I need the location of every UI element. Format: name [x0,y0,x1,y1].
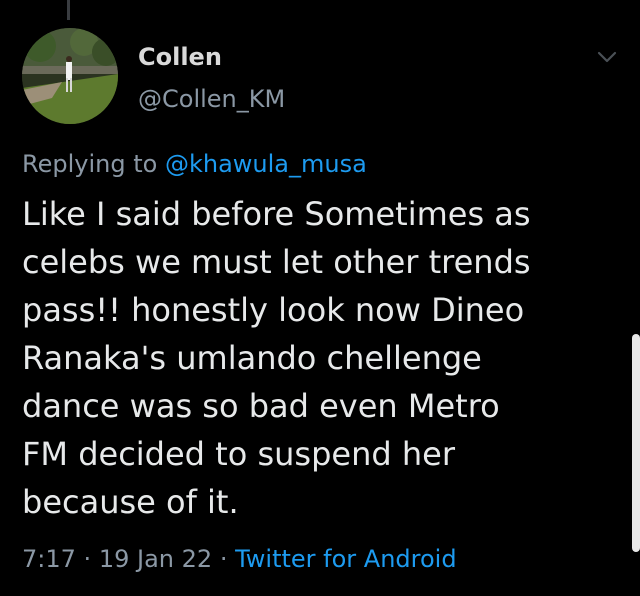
user-handle[interactable]: @Collen_KM [138,84,285,114]
tweet-date[interactable]: 19 Jan 22 [99,545,212,573]
thread-connector-line [67,0,70,20]
tweet-text-line: Ranaka's umlando chellenge [22,339,482,377]
tweet-text-line: because of it. [22,483,239,521]
meta-separator: · [83,545,92,573]
meta-separator: · [219,545,228,573]
tweet-source-link[interactable]: Twitter for Android [235,545,456,573]
tweet-text-line: dance was so bad even Metro [22,387,500,425]
display-name[interactable]: Collen [138,42,285,72]
replying-to: Replying to @khawula_musa [22,148,367,180]
tweet-view: Collen @Collen_KM Replying to @khawula_m… [0,0,640,596]
author-info[interactable]: Collen @Collen_KM [138,42,285,114]
reply-mention-link[interactable]: @khawula_musa [165,150,367,178]
scrollbar-thumb[interactable] [632,334,640,552]
tweet-text-line: Like I said before Sometimes as [22,195,531,233]
chevron-down-icon[interactable] [596,50,618,64]
avatar-photo [22,28,118,124]
avatar[interactable] [22,28,118,124]
tweet-time[interactable]: 7:17 [22,545,76,573]
tweet-text-line: celebs we must let other trends [22,243,531,281]
tweet-metadata: 7:17 · 19 Jan 22 · Twitter for Android [22,543,457,575]
replying-prefix: Replying to [22,150,158,178]
tweet-text-line: FM decided to suspend her [22,435,455,473]
tweet-text: Like I said before Sometimes as celebs w… [22,190,602,526]
tweet-text-line: pass!! honestly look now Dineo [22,291,525,329]
